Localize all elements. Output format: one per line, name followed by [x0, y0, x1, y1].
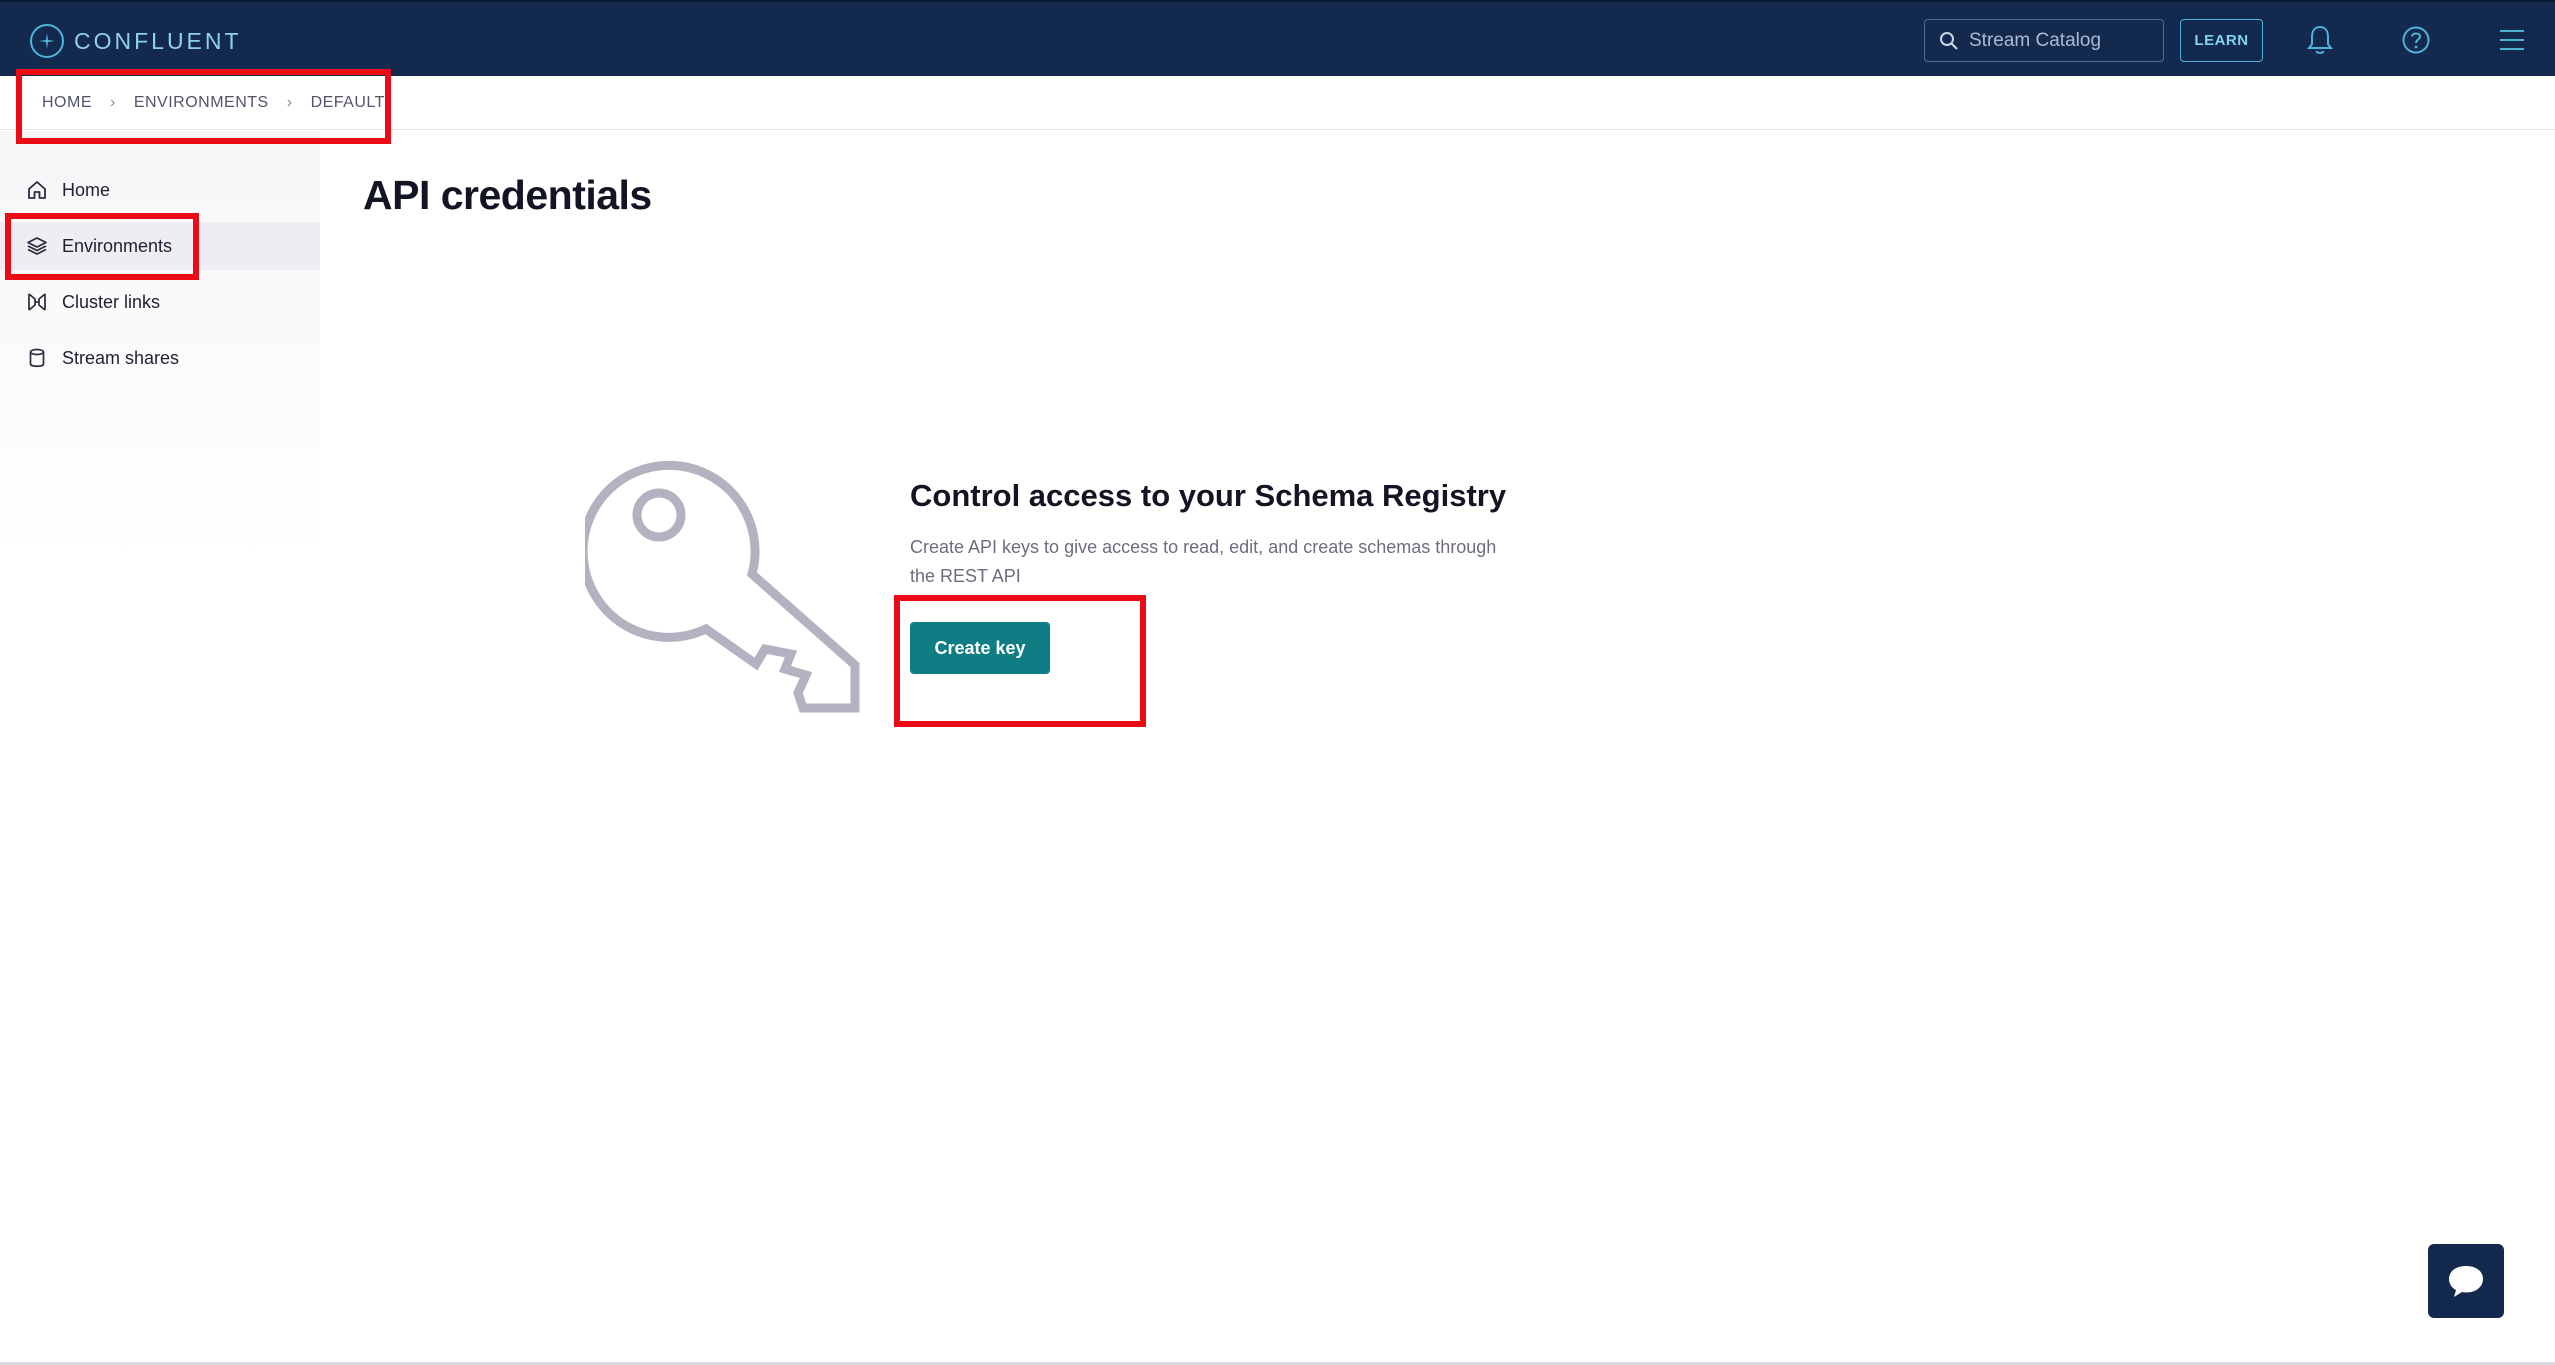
empty-state-description: Create API keys to give access to read, … [910, 537, 1497, 586]
search-icon [1940, 31, 1958, 50]
learn-button[interactable]: LEARN [2180, 19, 2263, 62]
main-menu-button[interactable] [2494, 22, 2530, 58]
sidebar-item-label: Cluster links [62, 291, 161, 312]
confluent-logo-icon [30, 24, 64, 58]
logo-text: CONFLUENT [74, 27, 242, 54]
stream-catalog-search[interactable]: Stream Catalog [1924, 19, 2164, 62]
home-icon [26, 179, 48, 201]
sidebar-item-cluster-links[interactable]: Cluster links [0, 278, 320, 326]
help-button[interactable] [2398, 22, 2434, 58]
sidebar: Home Environments Cluster links Stream s… [0, 131, 320, 1365]
help-icon [2402, 26, 2430, 54]
top-navbar: CONFLUENT Stream Catalog LEARN [0, 0, 2555, 76]
search-placeholder: Stream Catalog [1969, 29, 2102, 51]
empty-state-heading: Control access to your Schema Registry [910, 478, 1507, 513]
chat-icon [2449, 1266, 2483, 1297]
key-icon [578, 443, 860, 723]
database-icon [26, 347, 48, 369]
sidebar-item-home[interactable]: Home [0, 166, 320, 214]
cluster-links-icon [26, 291, 48, 313]
sidebar-item-label: Home [62, 179, 111, 200]
menu-icon [2500, 30, 2524, 50]
notifications-button[interactable] [2302, 22, 2338, 58]
chat-support-button[interactable] [2428, 1244, 2504, 1318]
sidebar-item-stream-shares[interactable]: Stream shares [0, 334, 320, 382]
highlight-box-breadcrumb [16, 69, 391, 144]
bell-icon [2307, 25, 2333, 54]
highlight-box-create-key [894, 595, 1146, 727]
sidebar-item-label: Stream shares [62, 347, 180, 368]
highlight-box-environments [5, 213, 199, 280]
page-title: API credentials [363, 172, 652, 218]
confluent-logo[interactable]: CONFLUENT [30, 24, 242, 58]
